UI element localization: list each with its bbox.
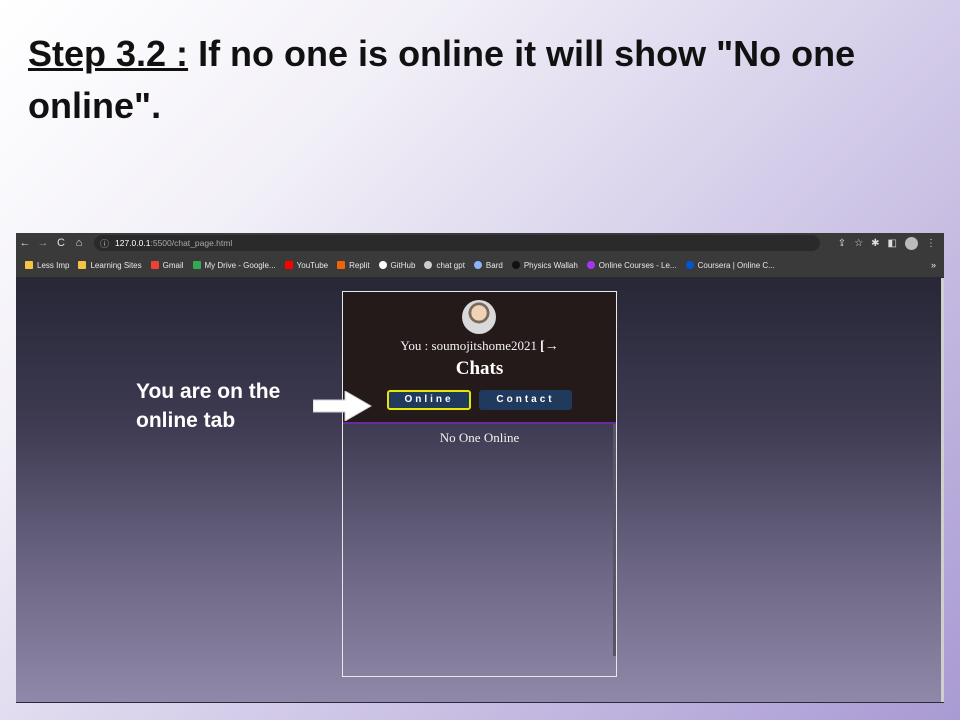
tab-contact[interactable]: Contact	[479, 390, 572, 410]
bookmark-label: Online Courses - Le...	[598, 260, 677, 270]
callout-arrow-icon	[313, 391, 373, 421]
page-scrollbar[interactable]	[941, 278, 944, 702]
chat-panel: You : soumojitshome2021 [→ Chats Online C…	[342, 291, 617, 677]
browser-screenshot: ← → C ⌂ ⓘ 127.0.0.1:5500/chat_page.html …	[16, 233, 944, 703]
bookmark-item[interactable]: Less Imp	[25, 261, 69, 270]
chats-title: Chats	[455, 358, 504, 379]
bookmarks-bar: Less Imp Learning Sites Gmail My Drive -…	[16, 253, 944, 278]
bookmark-item[interactable]: Online Courses - Le...	[586, 260, 677, 270]
gmail-icon	[150, 261, 159, 269]
avatar[interactable]	[462, 300, 496, 334]
home-icon[interactable]: ⌂	[70, 237, 88, 249]
udemy-icon	[586, 261, 595, 269]
bookmark-item[interactable]: Learning Sites	[78, 260, 142, 270]
bookmark-item[interactable]: My Drive - Google...	[192, 260, 276, 270]
bookmark-label: Gmail	[162, 260, 184, 270]
bookmark-item[interactable]: Gmail	[150, 260, 184, 270]
replit-icon	[337, 261, 346, 269]
coursera-icon	[685, 261, 694, 269]
bookmark-label: Replit	[349, 260, 370, 270]
bookmark-label: My Drive - Google...	[204, 260, 276, 270]
extensions-icon[interactable]: ✱	[871, 238, 879, 249]
bookmark-label: Less Imp	[37, 260, 70, 270]
reload-icon[interactable]: C	[52, 237, 70, 249]
side-panel-icon[interactable]: ◧	[888, 238, 897, 249]
callout-text: You are on the online tab	[136, 380, 281, 432]
page-content: You : soumojitshome2021 [→ Chats Online C…	[16, 278, 941, 702]
slide-title: Step 3.2 : If no one is online it will s…	[28, 28, 928, 132]
chatgpt-icon	[424, 261, 433, 269]
bookmarks-overflow-icon[interactable]: »	[931, 260, 936, 270]
bookmark-label: Physics Wallah	[523, 260, 578, 270]
bookmark-item[interactable]: Physics Wallah	[511, 260, 578, 270]
url-host: 127.0.0.1	[115, 238, 151, 248]
youtube-icon	[284, 261, 293, 269]
menu-icon[interactable]: ⋮	[926, 238, 936, 249]
drive-icon	[192, 261, 201, 269]
bookmark-item[interactable]: chat gpt	[424, 260, 465, 270]
bookmark-label: chat gpt	[436, 260, 465, 270]
bookmark-item[interactable]: YouTube	[284, 260, 329, 270]
folder-icon	[78, 261, 87, 269]
bookmark-label: YouTube	[296, 260, 329, 270]
current-user-label: You : soumojitshome2021	[400, 338, 537, 353]
star-icon[interactable]: ☆	[854, 238, 863, 249]
physics-wallah-icon	[511, 261, 520, 269]
current-user: You : soumojitshome2021 [→	[343, 338, 616, 355]
address-bar[interactable]: ⓘ 127.0.0.1:5500/chat_page.html	[94, 235, 820, 251]
bard-icon	[473, 261, 482, 269]
info-icon[interactable]: ⓘ	[100, 237, 109, 250]
folder-icon	[25, 261, 33, 269]
bookmark-item[interactable]: Replit	[337, 260, 370, 270]
toolbar-actions: ⇪ ☆ ✱ ◧ ⋮	[838, 236, 944, 250]
back-icon[interactable]: ←	[16, 237, 34, 249]
github-icon	[378, 261, 387, 269]
bookmark-label: GitHub	[390, 260, 416, 270]
tab-online[interactable]: Online	[387, 390, 471, 410]
bookmark-item[interactable]: Coursera | Online C...	[685, 260, 775, 270]
url-path: :5500/chat_page.html	[150, 238, 233, 248]
chat-scrollbar[interactable]	[613, 424, 616, 656]
no-one-online-message: No One Online	[439, 430, 520, 445]
step-label: Step 3.2 :	[28, 33, 189, 74]
profile-avatar-icon[interactable]	[905, 236, 918, 250]
bookmark-item[interactable]: Bard	[473, 260, 503, 270]
browser-toolbar: ← → C ⌂ ⓘ 127.0.0.1:5500/chat_page.html …	[16, 233, 944, 253]
bookmark-item[interactable]: GitHub	[378, 260, 416, 270]
logout-icon[interactable]: [→	[540, 339, 559, 354]
bookmark-label: Learning Sites	[90, 260, 142, 270]
bookmark-label: Coursera | Online C...	[697, 260, 775, 270]
chat-header: You : soumojitshome2021 [→ Chats Online C…	[343, 292, 616, 424]
bookmark-label: Bard	[485, 260, 503, 270]
share-icon[interactable]: ⇪	[838, 238, 846, 249]
forward-icon[interactable]: →	[34, 237, 52, 249]
